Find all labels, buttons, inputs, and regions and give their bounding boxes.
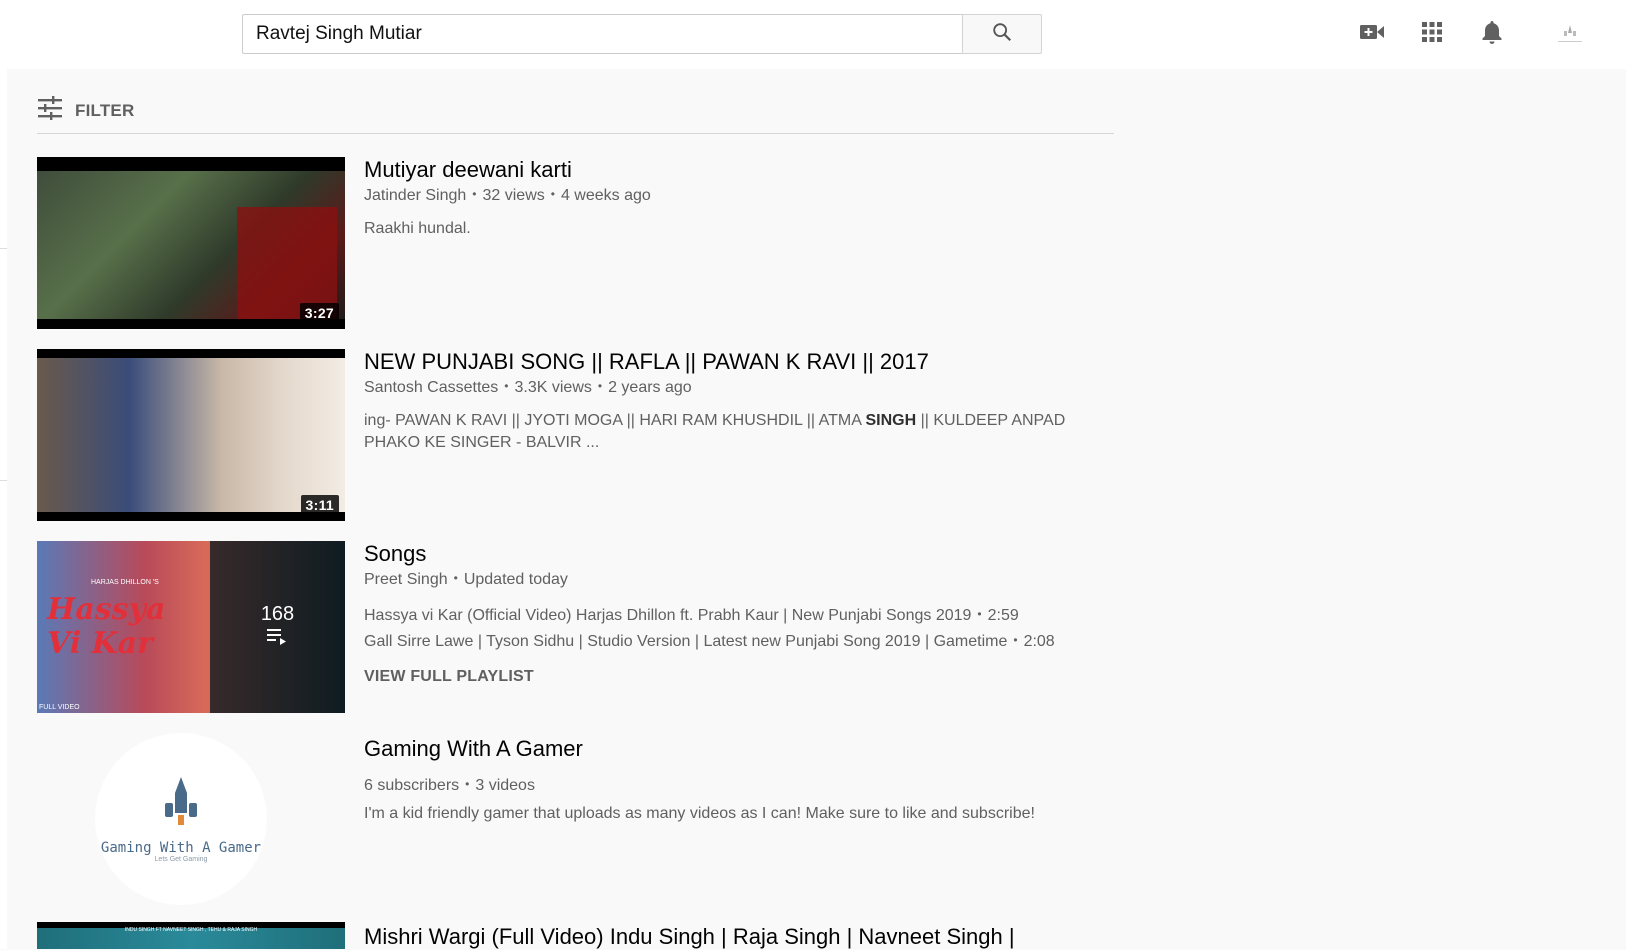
view-count: 3.3K views: [514, 379, 592, 396]
playlist-updated: Updated today: [463, 571, 568, 588]
channel-name[interactable]: Preet Singh: [364, 571, 448, 588]
account-avatar[interactable]: [1548, 14, 1592, 54]
video-thumbnail[interactable]: INDU SINGH FT NAVNEET SINGH , TEHU & RAJ…: [37, 922, 345, 949]
thumbnail-text: Hassya Vi Kar: [47, 593, 165, 661]
upload-age: 4 weeks ago: [560, 187, 651, 204]
playlist-item-duration: 2:08: [1023, 633, 1055, 650]
video-title[interactable]: Mishri Wargi (Full Video) Indu Singh | R…: [364, 924, 1015, 950]
channel-description: I'm a kid friendly gamer that uploads as…: [364, 805, 1035, 822]
video-description: ing- PAWAN K RAVI || JYOTI MOGA || HARI …: [364, 410, 1104, 454]
filter-label: FILTER: [75, 100, 135, 120]
thumbnail-small-text: INDU SINGH FT NAVNEET SINGH , TEHU & RAJ…: [124, 927, 258, 933]
search-icon: [991, 21, 1013, 48]
thumbnail-text-line: Hassya: [47, 592, 166, 627]
playlist-video-count: 168: [260, 603, 295, 625]
apps-grid-icon: [1421, 21, 1443, 48]
notifications-bell-icon: [1481, 19, 1503, 50]
upload-age: 2 years ago: [608, 379, 692, 396]
thumbnail-small-text: HARJAS DHILLON 'S: [91, 579, 159, 586]
thumbnail-small-text: FULL VIDEO: [39, 704, 80, 711]
video-thumbnail[interactable]: 3:27: [37, 157, 345, 329]
guide-edge: [0, 69, 7, 949]
video-thumbnail[interactable]: 3:11: [37, 349, 345, 521]
channel-avatar[interactable]: Gaming With A Gamer Lets Get Gaming: [95, 733, 267, 905]
apps-button[interactable]: [1416, 18, 1448, 50]
playlist-item-title: Hassya vi Kar (Official Video) Harjas Dh…: [364, 607, 972, 624]
channel-meta: 6 subscribers • 3 videos: [364, 777, 535, 794]
playlist-item[interactable]: Gall Sirre Lawe | Tyson Sidhu | Studio V…: [364, 633, 1055, 651]
video-description: Raakhi hundal.: [364, 220, 471, 237]
view-full-playlist-link[interactable]: VIEW FULL PLAYLIST: [364, 668, 534, 686]
rocket-logo-icon: [151, 775, 211, 836]
filter-sliders-icon: [37, 96, 63, 125]
thumbnail-text-line: Vi Kar: [47, 626, 153, 661]
masthead: [0, 0, 1626, 69]
search-input[interactable]: [242, 14, 962, 54]
channel-name[interactable]: Santosh Cassettes: [364, 379, 498, 396]
video-duration: 3:27: [299, 303, 339, 323]
channel-logo-text: Gaming With A Gamer: [100, 840, 262, 856]
video-duration: 3:11: [300, 495, 339, 515]
description-highlight: SINGH: [865, 412, 917, 429]
playlist-count-overlay: 168: [210, 541, 345, 713]
video-meta: Jatinder Singh • 32 views • 4 weeks ago: [364, 187, 651, 204]
create-video-button[interactable]: [1356, 18, 1388, 50]
guide-divider: [0, 248, 7, 249]
channel-logo-tagline: Lets Get Gaming: [154, 856, 208, 863]
view-count: 32 views: [482, 187, 545, 204]
channel-title[interactable]: Gaming With A Gamer: [364, 736, 583, 762]
filter-button[interactable]: FILTER: [37, 96, 134, 125]
playlist-icon: [266, 626, 290, 651]
video-title[interactable]: NEW PUNJABI SONG || RAFLA || PAWAN K RAV…: [364, 349, 929, 375]
description-text: ing- PAWAN K RAVI || JYOTI MOGA || HARI …: [364, 412, 866, 429]
playlist-item-title: Gall Sirre Lawe | Tyson Sidhu | Studio V…: [364, 633, 1008, 650]
video-meta: Santosh Cassettes • 3.3K views • 2 years ago: [364, 379, 692, 396]
playlist-item-duration: 2:59: [987, 607, 1019, 624]
playlist-meta: Preet Singh • Updated today: [364, 571, 568, 588]
notifications-button[interactable]: [1476, 18, 1508, 50]
playlist-thumbnail[interactable]: Hassya Vi Kar HARJAS DHILLON 'S FULL VID…: [37, 541, 345, 713]
filter-divider: [37, 133, 1114, 134]
create-video-icon: [1359, 22, 1385, 47]
channel-name[interactable]: Jatinder Singh: [364, 187, 466, 204]
guide-divider: [0, 480, 7, 481]
subscriber-count: 6 subscribers: [364, 777, 460, 794]
search-button[interactable]: [962, 14, 1042, 54]
playlist-title[interactable]: Songs: [364, 541, 426, 567]
video-title[interactable]: Mutiyar deewani karti: [364, 157, 572, 183]
channel-video-count: 3 videos: [475, 777, 535, 794]
search-box: [242, 14, 1042, 54]
playlist-item[interactable]: Hassya vi Kar (Official Video) Harjas Dh…: [364, 607, 1019, 625]
